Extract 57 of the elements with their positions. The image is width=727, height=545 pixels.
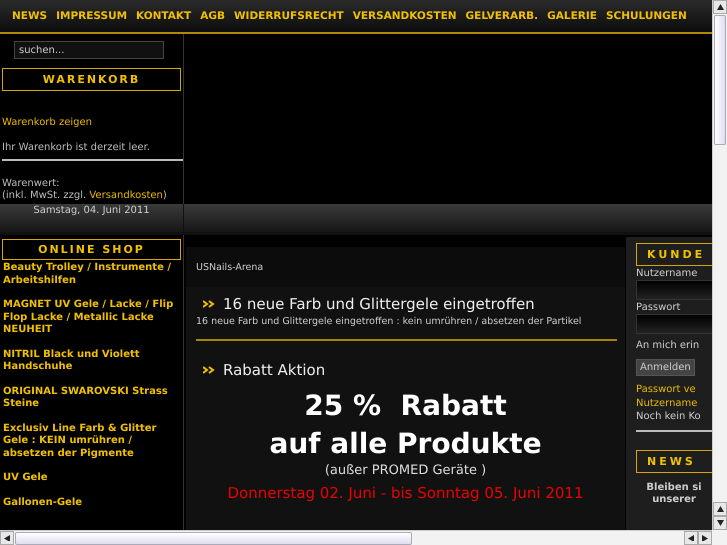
category-link[interactable]: Exclusiv Line Farb & Glitter Gele : KEIN umrühren / absetzen der Pigmente bbox=[3, 422, 180, 460]
nav-link[interactable]: IMPRESSUM bbox=[56, 10, 128, 22]
scroll-up-icon[interactable] bbox=[713, 502, 727, 516]
category-link[interactable]: NITRIL Black und Violett Handschuhe bbox=[3, 348, 180, 374]
login-button[interactable]: Anmelden bbox=[636, 359, 695, 376]
promo-note: (außer PROMED Geräte ) bbox=[324, 463, 488, 478]
nav-link[interactable]: AGB bbox=[200, 10, 225, 22]
shipping-link[interactable]: Versandkosten bbox=[89, 190, 163, 201]
promo-headline: 25 % Rabatt bbox=[303, 388, 508, 424]
date-text: Samstag, 04. Juni 2011 bbox=[33, 205, 150, 216]
nav-link[interactable]: KONTAKT bbox=[136, 10, 192, 22]
username-field[interactable] bbox=[636, 280, 712, 300]
scrollbar-corner bbox=[712, 530, 727, 545]
category-link[interactable]: UV Gele bbox=[3, 472, 180, 484]
search-field[interactable]: suchen... bbox=[14, 41, 164, 59]
nav-link[interactable]: WIDERRUFSRECHT bbox=[234, 10, 344, 22]
username-label: Nutzername bbox=[636, 268, 698, 279]
horizontal-scrollbar[interactable] bbox=[0, 530, 712, 545]
nav-link[interactable]: GALERIE bbox=[547, 10, 597, 22]
double-chevron-icon bbox=[203, 366, 215, 374]
account-link[interactable]: Nutzername bbox=[636, 398, 712, 409]
vertical-scrollbar[interactable] bbox=[712, 0, 727, 530]
remember-label: An mich erin bbox=[636, 340, 700, 351]
article-summary: 16 neue Farb und Glittergele eingetroffen : kein umrühren / absetzen der Partikel bbox=[196, 316, 582, 327]
cart-value-label: Warenwert: bbox=[2, 178, 60, 189]
nav-link[interactable]: NEWS bbox=[12, 10, 48, 22]
cart-status-text: Ihr Warenkorb ist derzeit leer. bbox=[2, 142, 151, 153]
newsletter-text: Bleiben si bbox=[645, 482, 703, 493]
category-link[interactable]: ORIGINAL SWAROVSKI Strass Steine bbox=[3, 386, 180, 410]
category-link[interactable]: MAGNET UV Gele / Lacke / Flip Flop Lacke / Metallic Lacke NEUHEIT bbox=[3, 299, 180, 336]
show-cart-link[interactable]: Warenkorb zeigen bbox=[2, 117, 183, 128]
category-link[interactable]: Gallonen-Gele bbox=[3, 496, 180, 509]
scroll-left-icon[interactable] bbox=[684, 531, 698, 545]
scroll-left-icon[interactable] bbox=[0, 531, 14, 545]
category-link[interactable]: Beauty Trolley / Instrumente / Arbeitshilfen bbox=[3, 262, 180, 287]
tax-note: (inkl. MwSt. zzgl. Versandkosten) bbox=[2, 190, 168, 201]
cart-heading: WARENKORB bbox=[2, 68, 181, 91]
promo-dates: Donnerstag 02. Juni - bis Sonntag 05. Juni 2011 bbox=[226, 484, 584, 502]
site-name: USNails-Arena bbox=[186, 247, 625, 287]
article-title[interactable]: Rabatt Aktion bbox=[223, 361, 326, 379]
scroll-thumb[interactable] bbox=[714, 15, 726, 145]
scroll-thumb[interactable] bbox=[15, 532, 412, 544]
nav-link[interactable]: GELVERARB. bbox=[466, 10, 538, 22]
password-field[interactable] bbox=[636, 314, 712, 334]
register-note: Noch kein Ko bbox=[636, 411, 702, 422]
account-link[interactable]: Passwort ve bbox=[636, 384, 712, 395]
newsletter-text: unserer bbox=[651, 494, 697, 505]
article-title[interactable]: 16 neue Farb und Glittergele eingetroffen bbox=[223, 295, 535, 313]
password-label: Passwort bbox=[636, 302, 682, 313]
nav-link[interactable]: VERSANDKOSTEN bbox=[352, 10, 457, 22]
scroll-up-icon[interactable] bbox=[713, 0, 727, 14]
scroll-right-icon[interactable] bbox=[698, 531, 712, 545]
double-chevron-icon bbox=[203, 300, 215, 308]
scroll-down-icon[interactable] bbox=[713, 516, 727, 530]
shop-heading: ONLINE SHOP bbox=[2, 239, 181, 260]
promo-headline: auf alle Produkte bbox=[268, 426, 543, 462]
nav-link[interactable]: SCHULUNGEN bbox=[606, 10, 687, 22]
